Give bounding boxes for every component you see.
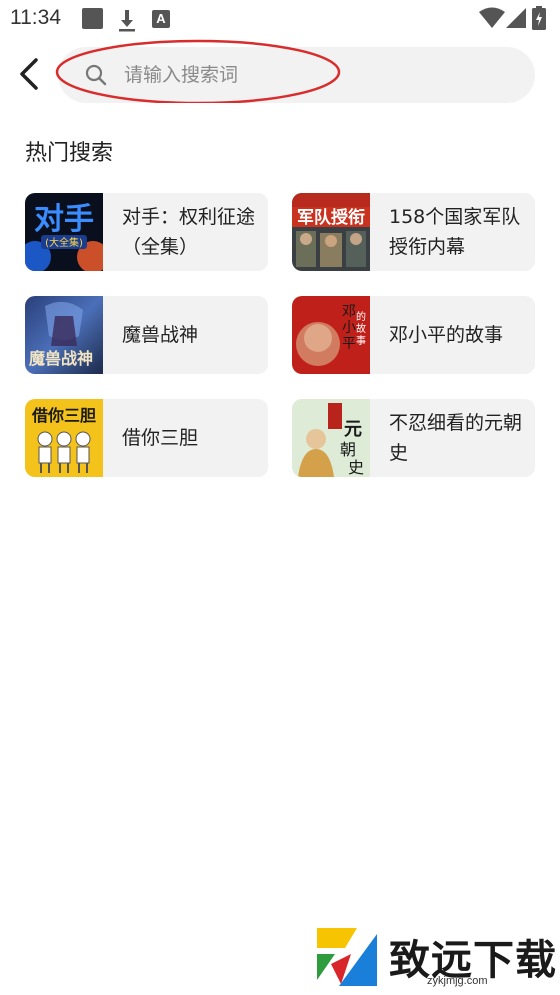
a-notification-icon: A xyxy=(152,10,170,28)
svg-text:史: 史 xyxy=(348,458,364,477)
book-cover: 魔兽战神 xyxy=(25,296,103,374)
hot-search-item[interactable]: 魔兽战神 魔兽战神 xyxy=(25,296,268,374)
svg-text:小: 小 xyxy=(342,320,356,336)
signal-icon xyxy=(506,8,526,28)
hot-search-title: 热门搜索 xyxy=(25,141,114,166)
hot-search-item[interactable]: 军队授衔 158个国家军队授衔内幕 xyxy=(292,193,535,271)
svg-text:魔兽战神: 魔兽战神 xyxy=(29,349,93,368)
watermark-url: zykjmjg.com xyxy=(427,975,488,987)
book-cover: 对手 (大全集) xyxy=(25,193,103,271)
item-title: 对手：权利征途（全集） xyxy=(122,206,256,258)
svg-text:的: 的 xyxy=(356,310,366,323)
search-input[interactable]: 请输入搜索词 xyxy=(58,47,535,103)
book-cover: 元 朝 史 xyxy=(292,399,370,477)
watermark-logo-icon xyxy=(317,928,377,986)
svg-text:故: 故 xyxy=(356,322,366,335)
book-cover: 借你三胆 xyxy=(25,399,103,477)
watermark-logo: 致远下载 zykjmjg.com xyxy=(311,922,556,992)
search-placeholder: 请输入搜索词 xyxy=(124,64,239,86)
item-title: 158个国家军队授衔内幕 xyxy=(389,206,521,258)
hot-search-item[interactable]: 借你三胆 借你三胆 xyxy=(25,399,268,477)
status-time: 11:34 xyxy=(10,6,61,29)
battery-icon xyxy=(532,6,546,30)
svg-text:军队授衔: 军队授衔 xyxy=(297,207,365,228)
back-button[interactable] xyxy=(14,54,44,94)
item-title: 不忍细看的元朝史 xyxy=(389,412,523,464)
download-icon xyxy=(119,10,135,32)
item-title: 借你三胆 xyxy=(122,427,199,449)
svg-text:对手: 对手 xyxy=(34,202,94,237)
svg-text:(大全集): (大全集) xyxy=(45,236,83,249)
item-title: 魔兽战神 xyxy=(122,324,199,346)
svg-text:借你三胆: 借你三胆 xyxy=(31,406,96,425)
svg-text:朝: 朝 xyxy=(340,440,356,459)
wifi-icon xyxy=(479,7,505,28)
square-notification-icon xyxy=(82,8,103,29)
svg-text:元: 元 xyxy=(344,419,362,440)
book-cover: 邓 小 平 的 故 事 xyxy=(292,296,370,374)
svg-text:邓: 邓 xyxy=(342,304,356,320)
svg-text:事: 事 xyxy=(356,334,366,347)
hot-search-item[interactable]: 对手 (大全集) 对手：权利征途（全集） xyxy=(25,193,268,271)
hot-search-item[interactable]: 元 朝 史 不忍细看的元朝史 xyxy=(292,399,535,477)
status-bar: 11:34 A xyxy=(0,0,560,38)
book-cover: 军队授衔 xyxy=(292,193,370,271)
search-icon xyxy=(85,64,107,86)
item-title: 邓小平的故事 xyxy=(389,324,504,346)
hot-search-item[interactable]: 邓 小 平 的 故 事 邓小平的故事 xyxy=(292,296,535,374)
svg-text:平: 平 xyxy=(342,336,356,352)
